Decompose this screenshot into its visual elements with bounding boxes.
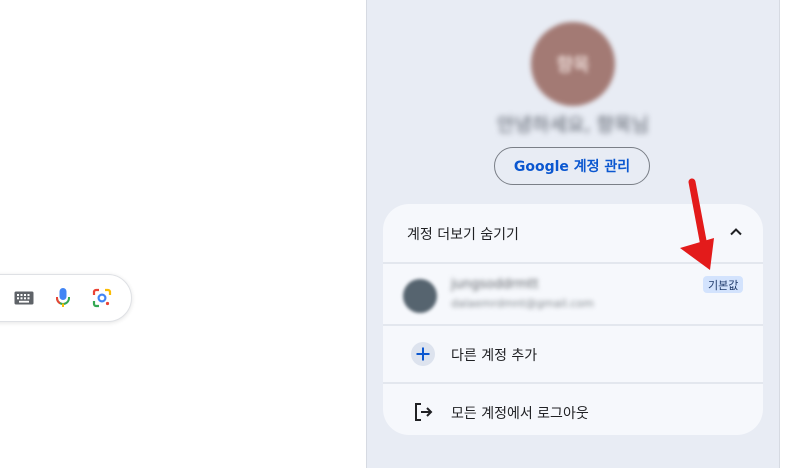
profile-avatar: 향목 [531,22,615,106]
add-account-label: 다른 계정 추가 [451,348,538,364]
sign-out-all-button[interactable]: 모든 계정에서 로그아웃 [383,384,763,435]
chevron-up-icon [727,223,745,241]
logout-icon [411,400,435,424]
google-lens-icon[interactable] [91,287,113,309]
sign-out-all-label: 모든 계정에서 로그아웃 [451,406,589,422]
search-bar[interactable] [0,274,132,322]
add-account-button[interactable]: 다른 계정 추가 [383,326,763,384]
accounts-card: 계정 더보기 숨기기 jungsoddrmtt dalaemrdmnt@gmai… [383,204,763,435]
mic-icon[interactable] [52,287,74,309]
plus-icon [411,342,435,366]
account-avatar [403,279,437,313]
accounts-toggle-label: 계정 더보기 숨기기 [407,227,519,243]
account-email: dalaemrdmnt@gmail.com [451,297,594,310]
account-list-item[interactable]: jungsoddrmtt dalaemrdmnt@gmail.com 기본값 [383,264,763,326]
keyboard-icon[interactable] [13,287,35,309]
account-panel: 향목 안녕하세요, 향목님 Google 계정 관리 계정 더보기 숨기기 ju… [366,0,780,468]
manage-account-button[interactable]: Google 계정 관리 [494,147,650,185]
greeting-text: 안녕하세요, 향목님 [497,114,649,136]
default-badge: 기본값 [703,276,744,293]
accounts-toggle[interactable]: 계정 더보기 숨기기 [383,204,763,264]
account-name: jungsoddrmtt [451,277,539,292]
